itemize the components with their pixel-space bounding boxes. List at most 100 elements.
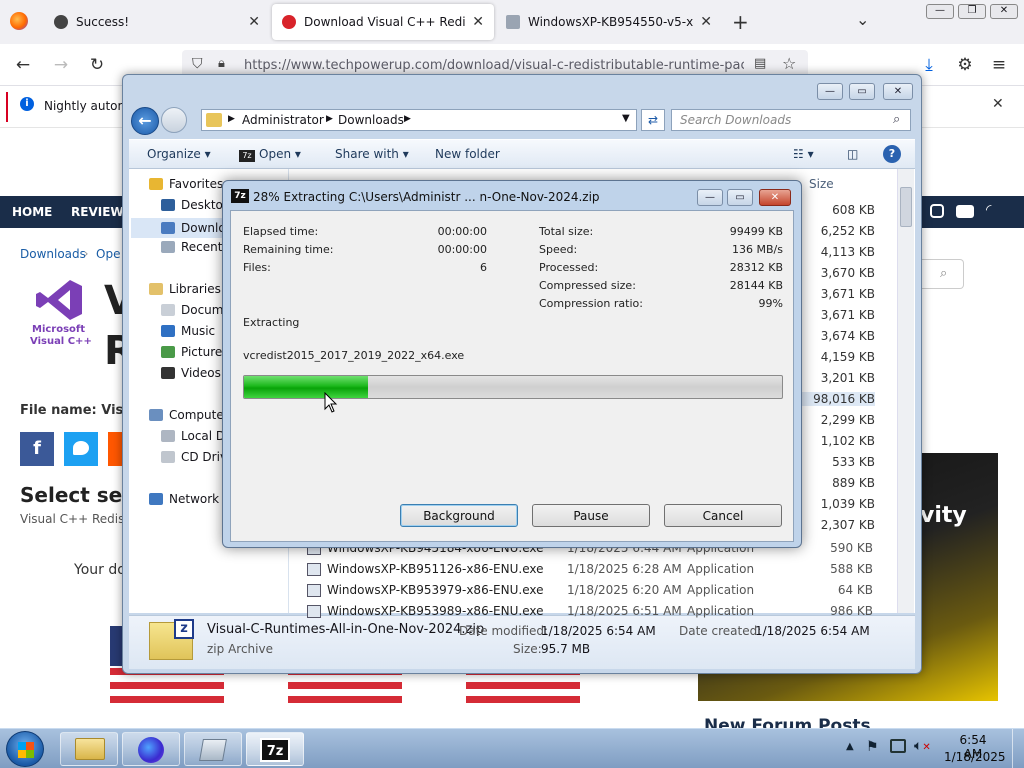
processed-value: 28312 KB [729,261,783,274]
application-icon [307,605,321,618]
background-button[interactable]: Background [400,504,518,527]
search-input[interactable]: Search Downloads [671,109,911,131]
file-date: 1/18/2025 6:28 AM [567,562,682,576]
tab-download-visual-cpp[interactable]: Download Visual C++ Redistrib ✕ [272,4,494,40]
cancel-button[interactable]: Cancel [664,504,782,527]
dialog-minimize-button[interactable]: — [697,189,723,206]
url-text[interactable]: https://www.techpowerup.com/download/vis… [244,58,744,73]
address-bar[interactable]: ▶ Administrator ▶ Downloads ▶ ▼ [201,109,637,131]
app-menu-icon[interactable]: ≡ [988,54,1010,76]
folder-icon [75,738,105,760]
size-label: Size: [513,642,542,656]
refresh-button[interactable]: ⇄ [641,109,665,131]
taskbar-7zip[interactable]: 7z [246,732,304,766]
taskbar-firefox[interactable] [122,732,180,766]
preview-pane-icon[interactable]: ◫ [847,147,858,161]
facebook-share-button[interactable]: f [20,432,54,466]
nav-home[interactable]: HOME [12,205,52,219]
forward-icon[interactable]: → [50,54,72,76]
instagram-icon[interactable] [930,204,944,218]
nav-local-disk[interactable]: Local Di [161,429,229,443]
new-tab-icon[interactable]: + [732,10,749,34]
scrollbar-thumb[interactable] [900,187,912,227]
nav-desktop[interactable]: Desktop [161,198,231,212]
reload-icon[interactable]: ↻ [86,54,108,76]
extensions-icon[interactable]: ⚙ [954,54,976,76]
close-tab-icon[interactable]: ✕ [472,14,484,30]
share-with-button[interactable]: Share with ▾ [335,147,409,161]
reader-view-icon[interactable]: ▤ [754,56,766,71]
details-file-name: Visual-C-Runtimes-All-in-One-Nov-2024.zi… [207,622,485,637]
lock-icon[interactable]: 🔒︎ [218,56,225,71]
dialog-close-button[interactable]: ✕ [759,189,791,206]
nav-network[interactable]: Network [149,492,219,506]
nav-music[interactable]: Music [161,324,215,338]
show-desktop-button[interactable] [1012,729,1024,768]
nav-videos[interactable]: Videos [161,366,221,380]
nav-recent[interactable]: Recent I [161,240,230,254]
minimize-browser-button[interactable]: — [926,4,954,19]
volume-muted-icon[interactable]: 🔈︎✕ [914,738,931,754]
breadcrumb-downloads[interactable]: Downloads [20,247,86,261]
tab-success[interactable]: Success! ✕ [44,4,270,40]
nav-cd-drive[interactable]: CD Driv [161,450,227,464]
taskbar-explorer[interactable] [60,732,118,766]
nav-documents[interactable]: Docume [161,303,231,317]
total-size-value: 99499 KB [729,225,783,238]
explorer-maximize-button[interactable]: ▭ [849,83,875,100]
bookmark-star-icon[interactable]: ☆ [782,54,796,73]
file-date: 1/18/2025 6:20 AM [567,583,682,597]
twitter-share-button[interactable] [64,432,98,466]
file-row[interactable]: WindowsXP-KB953979-x86-ENU.exe 1/18/2025 … [307,581,873,601]
downloads-icon[interactable]: ⤓ [918,54,940,76]
tab-windowsxp-kb[interactable]: WindowsXP-KB954550-v5-x86-E ✕ [496,4,722,40]
clock-date[interactable]: 1/18/2025 [944,750,1006,764]
file-row[interactable]: WindowsXP-KB951126-x86-ENU.exe 1/18/2025 … [307,560,873,580]
breadcrumb-downloads[interactable]: Downloads [338,113,404,127]
file-row[interactable]: WindowsXP-KB953989-x86-ENU.exe 1/18/2025 … [307,602,873,622]
close-browser-button[interactable]: ✕ [990,4,1018,19]
explorer-forward-button[interactable] [161,107,187,133]
back-icon[interactable]: ← [12,54,34,76]
remaining-time-value: 00:00:00 [437,243,487,256]
desktop-icon [161,199,175,211]
address-dropdown-icon[interactable]: ▼ [622,113,630,124]
compressed-size-value: 28144 KB [729,279,783,292]
breadcrumb-open[interactable]: Ope [96,247,120,261]
view-options-icon[interactable]: ☷ ▾ [793,147,814,161]
close-notification-icon[interactable]: ✕ [992,96,1004,112]
new-folder-button[interactable]: New folder [435,147,500,161]
explorer-close-button[interactable]: ✕ [883,83,913,100]
restore-browser-button[interactable]: ❐ [958,4,986,19]
scrollbar[interactable] [897,169,914,613]
action-center-flag-icon[interactable]: ⚑ [866,739,879,755]
nav-libraries[interactable]: Libraries [149,282,221,296]
site-search-box[interactable]: ⌕ [920,259,964,289]
breadcrumb-administrator[interactable]: Administrator [242,113,324,127]
nav-favorites[interactable]: Favorites [149,177,223,191]
hard-drive-icon [161,430,175,442]
nav-pictures[interactable]: Pictures [161,345,229,359]
organize-button[interactable]: Organize ▾ [147,147,211,161]
list-tabs-chevron-icon[interactable]: ⌄ [856,10,869,29]
close-tab-icon[interactable]: ✕ [248,14,260,30]
open-button[interactable]: 7z Open ▾ [239,147,301,162]
processed-label: Processed: [539,261,599,274]
size-column-header[interactable]: Size [809,177,834,191]
firefox-menu-icon[interactable] [10,12,28,30]
dialog-maximize-button[interactable]: ▭ [727,189,753,206]
youtube-icon[interactable] [956,205,974,218]
rss-icon[interactable]: ◜ [986,202,991,218]
taskbar-app[interactable] [184,732,242,766]
help-icon[interactable]: ? [883,145,901,163]
nav-computer[interactable]: Compute [149,408,224,422]
explorer-back-button[interactable]: ← [131,107,159,135]
shield-icon[interactable]: ⛉ [192,56,203,72]
explorer-minimize-button[interactable]: — [817,83,843,100]
network-tray-icon[interactable] [890,739,906,753]
pause-button[interactable]: Pause [532,504,650,527]
close-tab-icon[interactable]: ✕ [700,14,712,30]
file-size: 588 KB [830,562,873,576]
start-button[interactable] [6,731,44,767]
show-hidden-icons[interactable]: ▲ [846,741,854,752]
